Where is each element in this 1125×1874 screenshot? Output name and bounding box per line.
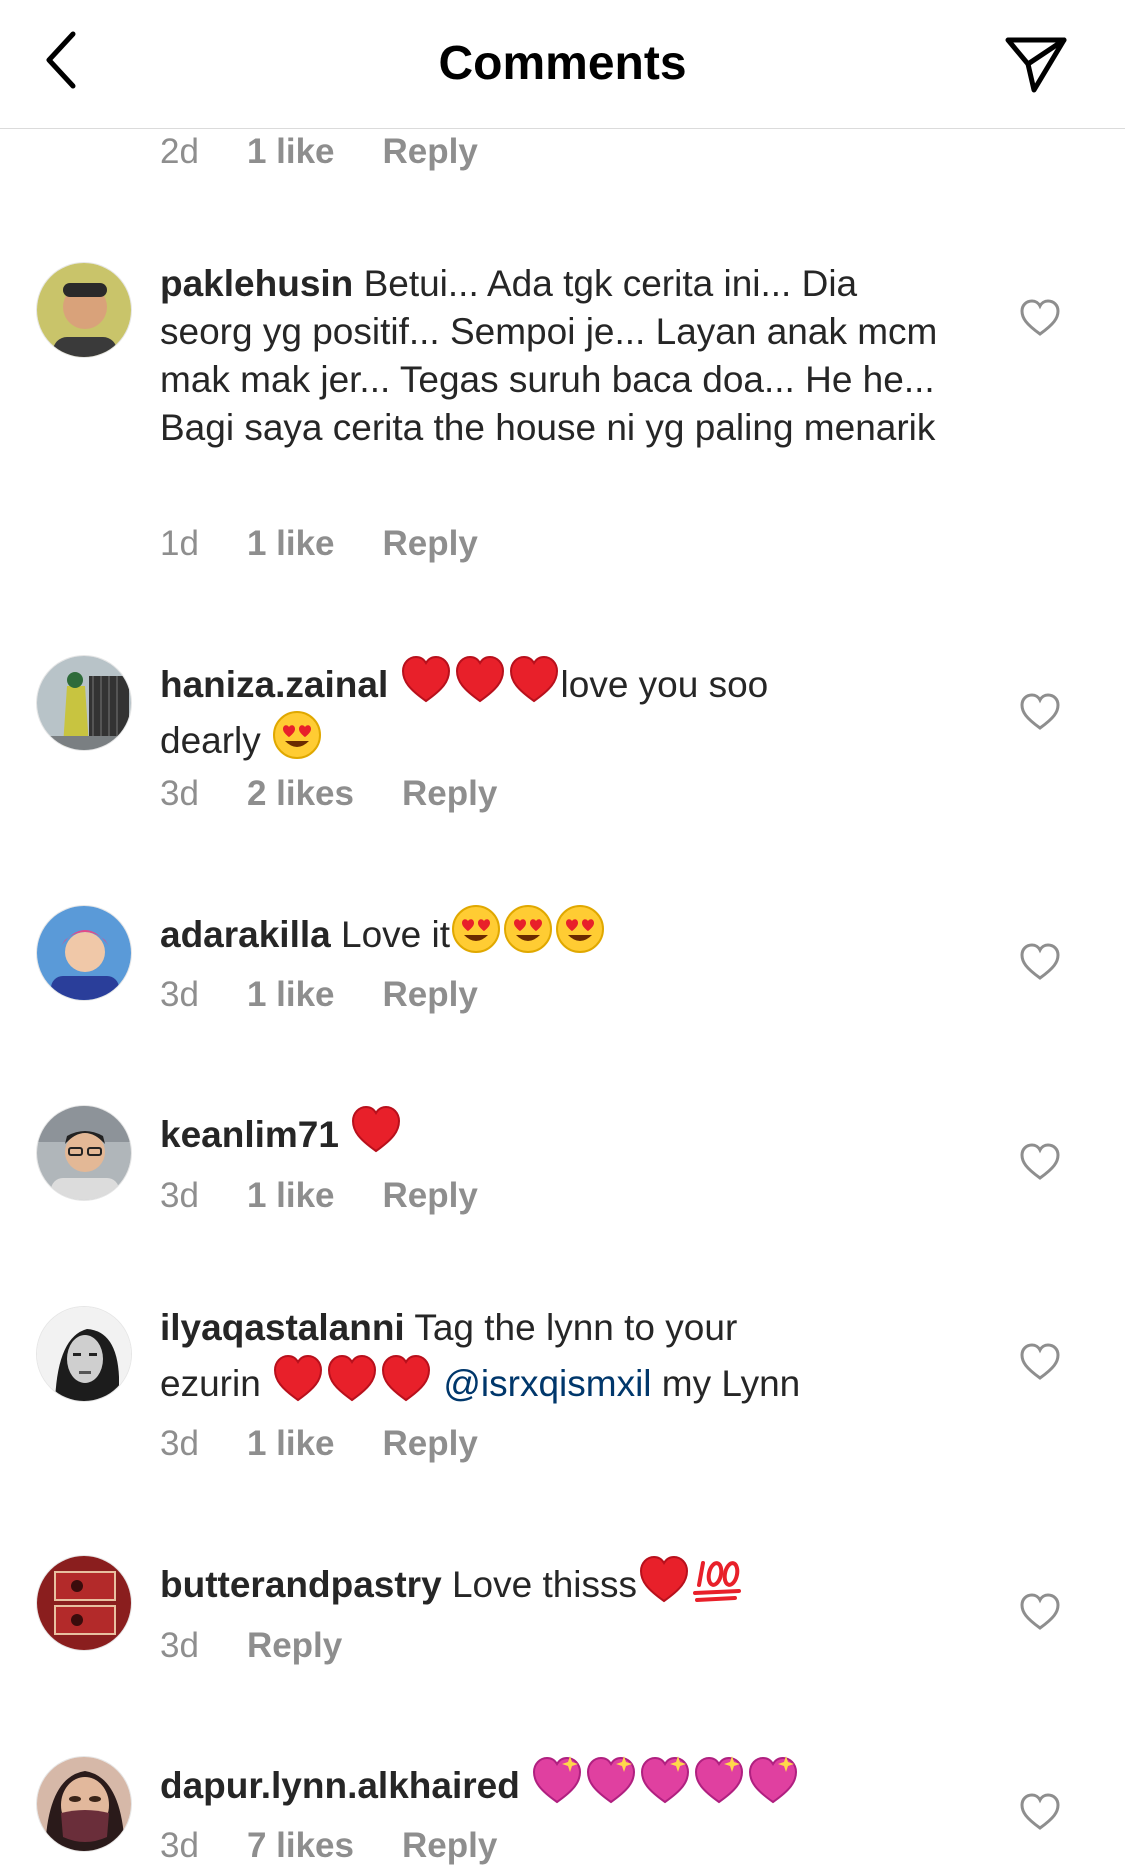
comment-username[interactable]: butterandpastry [160, 1564, 442, 1605]
comment-body-line2: ezurin [160, 1363, 261, 1404]
reply-button[interactable]: Reply [383, 524, 478, 563]
red-heart-emoji [325, 1352, 379, 1404]
reply-button[interactable]: Reply [383, 975, 478, 1014]
heart-icon[interactable] [1018, 1590, 1062, 1634]
like-count[interactable]: 1 like [247, 1424, 335, 1463]
heart-icon[interactable] [1018, 1340, 1062, 1384]
red-heart-emoji [399, 653, 453, 705]
comment-meta: 3d 1 like Reply [160, 975, 478, 1015]
heart-eyes-emoji [450, 903, 502, 955]
comment-time: 3d [160, 774, 199, 813]
comment-time: 2d [160, 132, 199, 171]
comment-username[interactable]: paklehusin [160, 263, 353, 304]
red-heart-emoji [637, 1553, 691, 1605]
page-title: Comments [438, 37, 687, 90]
avatar[interactable] [36, 262, 132, 358]
comment-username[interactable]: keanlim71 [160, 1114, 339, 1155]
heart-eyes-emoji [502, 903, 554, 955]
avatar[interactable] [36, 1555, 132, 1651]
heart-icon[interactable] [1018, 296, 1062, 340]
like-count[interactable]: 1 like [247, 524, 335, 563]
comment-meta: 1d 1 like Reply [160, 524, 478, 564]
like-count[interactable]: 1 like [247, 975, 335, 1014]
heart-icon[interactable] [1018, 1140, 1062, 1184]
sparkling-heart-emoji [530, 1754, 584, 1806]
comment-meta: 3d 1 like Reply [160, 1176, 478, 1216]
comment-text: haniza.zainal love you soo dearly [160, 653, 960, 765]
comment-username[interactable]: ilyaqastalanni [160, 1307, 405, 1348]
sparkling-heart-emoji [692, 1754, 746, 1806]
reply-button[interactable]: Reply [402, 1826, 497, 1865]
reply-button[interactable]: Reply [383, 132, 478, 171]
comment-body: love you soo [560, 664, 769, 705]
comment-username[interactable]: haniza.zainal [160, 664, 388, 705]
comment-text: ilyaqastalanni Tag the lynn to your ezur… [160, 1304, 960, 1408]
mention-link[interactable]: @isrxqismxil [443, 1363, 651, 1404]
avatar[interactable] [36, 1105, 132, 1201]
comment-meta: 2d 1 like Reply [160, 132, 478, 172]
paper-plane-icon [1005, 37, 1067, 93]
comment-username[interactable]: adarakilla [160, 914, 331, 955]
comment-time: 3d [160, 1176, 199, 1215]
comment-username[interactable]: dapur.lynn.alkhaired [160, 1765, 520, 1806]
comment-body: Tag the lynn to your [414, 1307, 738, 1348]
comment-text: butterandpastry Love thisss [160, 1553, 960, 1609]
comment-meta: 3d 2 likes Reply [160, 774, 497, 814]
like-count[interactable]: 1 like [247, 132, 335, 171]
comment-time: 3d [160, 1826, 199, 1865]
comment-body-line2: dearly [160, 720, 261, 761]
comment-time: 1d [160, 524, 199, 563]
heart-icon[interactable] [1018, 690, 1062, 734]
avatar[interactable] [36, 905, 132, 1001]
like-count[interactable]: 1 like [247, 1176, 335, 1215]
red-heart-emoji [271, 1352, 325, 1404]
sparkling-heart-emoji [746, 1754, 800, 1806]
avatar[interactable] [36, 1306, 132, 1402]
comment-time: 3d [160, 1626, 199, 1665]
sparkling-heart-emoji [638, 1754, 692, 1806]
heart-eyes-emoji [271, 709, 323, 761]
heart-icon[interactable] [1018, 940, 1062, 984]
comment-time: 3d [160, 975, 199, 1014]
comment-text: paklehusin Betui... Ada tgk cerita ini..… [160, 260, 940, 452]
like-count[interactable]: 2 likes [247, 774, 354, 813]
reply-button[interactable]: Reply [383, 1176, 478, 1215]
like-count[interactable]: 7 likes [247, 1826, 354, 1865]
reply-button[interactable]: Reply [383, 1424, 478, 1463]
comment-body: Love it [341, 914, 451, 955]
avatar[interactable] [36, 1756, 132, 1852]
red-heart-emoji [453, 653, 507, 705]
comment-meta: 3d Reply [160, 1626, 342, 1666]
comment-text: dapur.lynn.alkhaired [160, 1754, 960, 1810]
red-heart-emoji [507, 653, 561, 705]
top-bar: Comments [0, 0, 1125, 129]
comment-meta: 3d 7 likes Reply [160, 1826, 497, 1866]
comment-text: adarakilla Love it [160, 903, 960, 959]
red-heart-emoji [379, 1352, 433, 1404]
hundred-points-emoji [691, 1553, 745, 1605]
comment-meta: 3d 1 like Reply [160, 1424, 478, 1464]
red-heart-emoji [349, 1103, 403, 1155]
avatar[interactable] [36, 655, 132, 751]
reply-button[interactable]: Reply [402, 774, 497, 813]
share-button[interactable] [1000, 28, 1072, 100]
reply-button[interactable]: Reply [247, 1626, 342, 1665]
comment-text: keanlim71 [160, 1103, 960, 1159]
heart-eyes-emoji [554, 903, 606, 955]
heart-icon[interactable] [1018, 1790, 1062, 1834]
sparkling-heart-emoji [584, 1754, 638, 1806]
comment-body: Love thisss [451, 1564, 638, 1605]
comment-time: 3d [160, 1424, 199, 1463]
comment-body-end: my Lynn [661, 1363, 801, 1404]
